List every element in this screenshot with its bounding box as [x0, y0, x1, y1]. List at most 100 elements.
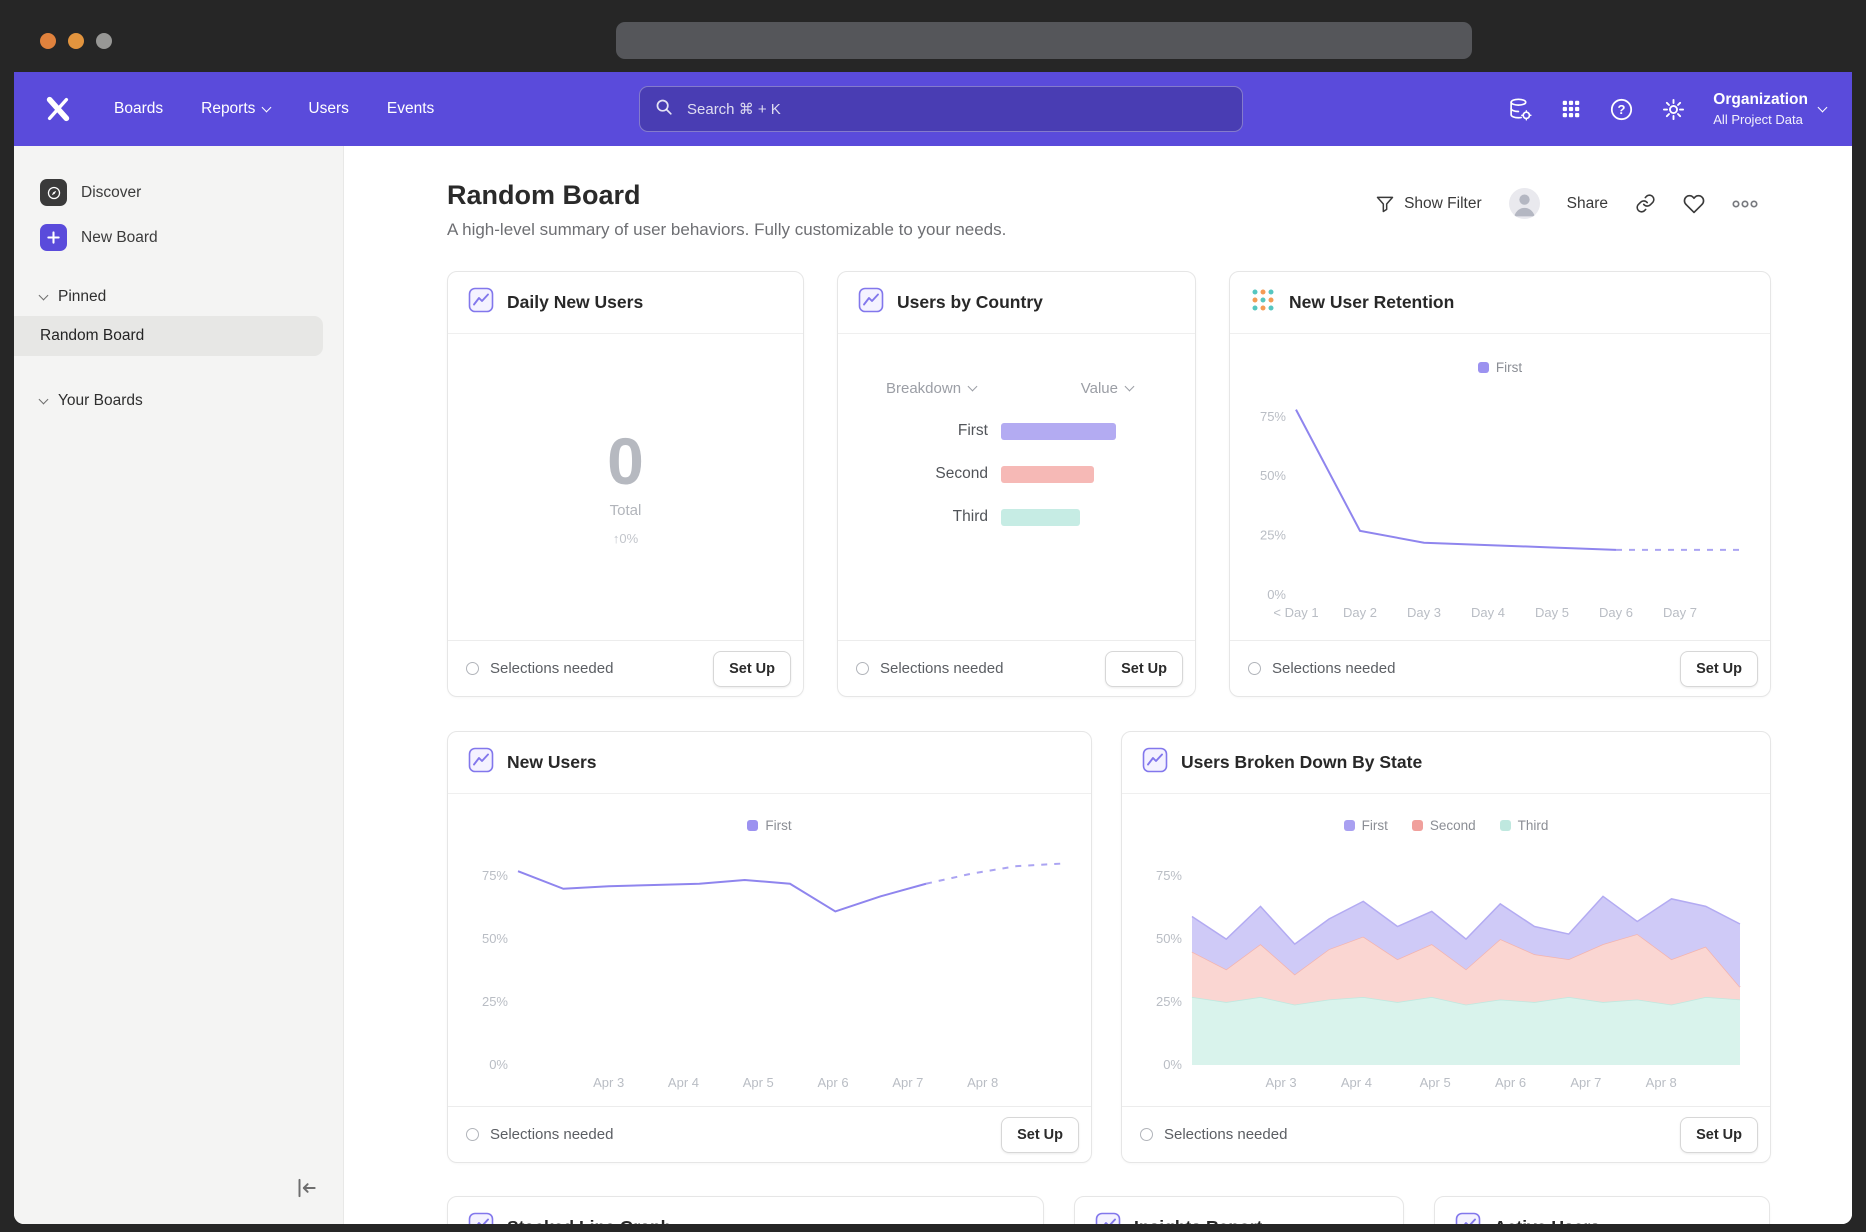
legend-swatch — [1478, 362, 1489, 373]
svg-text:50%: 50% — [1260, 468, 1286, 483]
card-title: New Users — [507, 752, 597, 773]
mixpanel-logo-icon[interactable] — [44, 95, 72, 123]
chevron-down-icon — [262, 102, 272, 112]
svg-text:Apr 6: Apr 6 — [817, 1075, 848, 1090]
line-chart-icon — [468, 747, 494, 778]
more-options-icon[interactable] — [1732, 197, 1758, 211]
status-text: Selections needed — [1164, 1126, 1287, 1143]
chevron-down-icon — [39, 394, 49, 404]
card-daily-new-users: Daily New Users 0 Total ↑0% Selections n… — [447, 271, 804, 697]
svg-text:Apr 4: Apr 4 — [667, 1075, 698, 1090]
country-bar-third — [1001, 509, 1080, 526]
legend-swatch — [1500, 820, 1511, 831]
settings-gear-icon[interactable] — [1661, 97, 1686, 122]
status-circle-icon — [856, 662, 869, 675]
apps-grid-icon[interactable] — [1560, 98, 1582, 120]
nav-item-events[interactable]: Events — [387, 100, 434, 118]
card-new-users: New Users First 75%50%25%0%Apr 3Apr 4Apr… — [447, 731, 1092, 1163]
svg-text:Apr 8: Apr 8 — [1646, 1075, 1677, 1090]
search-input[interactable] — [685, 100, 1228, 119]
country-row: Third — [838, 508, 1195, 526]
svg-text:50%: 50% — [481, 931, 507, 946]
svg-text:Apr 3: Apr 3 — [1266, 1075, 1297, 1090]
set-up-button[interactable]: Set Up — [1105, 651, 1183, 687]
status-text: Selections needed — [490, 660, 613, 677]
chevron-down-icon — [1125, 382, 1135, 392]
retention-dots-icon — [1250, 287, 1276, 318]
board-description: A high-level summary of user behaviors. … — [447, 220, 1852, 240]
breakdown-dropdown[interactable]: Breakdown — [886, 380, 976, 397]
svg-text:Apr 8: Apr 8 — [967, 1075, 998, 1090]
retention-line-chart[interactable]: 75%50%25%0%< Day 1Day 2Day 3Day 4Day 5Da… — [1242, 383, 1758, 623]
funnel-icon — [1375, 194, 1395, 214]
metric-value: 0 — [607, 428, 644, 494]
svg-text:Day 7: Day 7 — [1663, 605, 1697, 620]
svg-text:25%: 25% — [1156, 994, 1182, 1009]
svg-text:0%: 0% — [1267, 587, 1286, 602]
copy-link-icon[interactable] — [1635, 193, 1656, 214]
browser-url-bar[interactable] — [616, 22, 1472, 59]
svg-text:Day 5: Day 5 — [1535, 605, 1569, 620]
svg-text:Apr 6: Apr 6 — [1495, 1075, 1526, 1090]
svg-text:Day 4: Day 4 — [1471, 605, 1505, 620]
chart-legend: First — [1230, 360, 1770, 375]
share-button[interactable]: Share — [1567, 195, 1608, 213]
set-up-button[interactable]: Set Up — [1001, 1117, 1079, 1153]
status-circle-icon — [466, 662, 479, 675]
legend-swatch — [1412, 820, 1423, 831]
status-text: Selections needed — [1272, 660, 1395, 677]
favorite-heart-icon[interactable] — [1683, 193, 1705, 215]
svg-text:0%: 0% — [489, 1057, 508, 1072]
sidebar-item-discover[interactable]: Discover — [14, 170, 343, 215]
card-insights-report: Insights Report — [1074, 1196, 1404, 1224]
window-zoom-button[interactable] — [96, 33, 112, 49]
sidebar-section-your-boards[interactable]: Your Boards — [14, 382, 343, 420]
line-chart-icon — [1142, 747, 1168, 778]
board-header: Random Board A high-level summary of use… — [344, 146, 1852, 240]
set-up-button[interactable]: Set Up — [1680, 651, 1758, 687]
top-navbar: Boards Reports Users Events — [14, 72, 1852, 146]
sidebar-section-pinned[interactable]: Pinned — [14, 278, 343, 316]
nav-item-users[interactable]: Users — [308, 100, 348, 118]
card-title: Daily New Users — [507, 292, 643, 313]
svg-text:0%: 0% — [1163, 1057, 1182, 1072]
card-users-by-country: Users by Country Breakdown Value — [837, 271, 1196, 697]
stacked-area-chart[interactable]: 75%50%25%0%Apr 3Apr 4Apr 5Apr 6Apr 7Apr … — [1138, 841, 1754, 1093]
svg-text:Day 3: Day 3 — [1407, 605, 1441, 620]
window-close-button[interactable] — [40, 33, 56, 49]
svg-text:Apr 7: Apr 7 — [1570, 1075, 1601, 1090]
window-controls — [40, 33, 112, 49]
navbar-right-cluster: ? Organization All Project Data — [1508, 72, 1826, 146]
card-stacked-line-graph: Stacked Line Graph — [447, 1196, 1044, 1224]
window-minimize-button[interactable] — [68, 33, 84, 49]
line-chart-icon — [468, 1212, 494, 1224]
sidebar-item-random-board[interactable]: Random Board — [14, 316, 323, 356]
metric-delta: ↑0% — [613, 531, 638, 546]
value-dropdown[interactable]: Value — [1081, 380, 1133, 397]
line-chart-icon — [468, 287, 494, 318]
svg-text:Apr 5: Apr 5 — [1420, 1075, 1451, 1090]
new-users-line-chart[interactable]: 75%50%25%0%Apr 3Apr 4Apr 5Apr 6Apr 7Apr … — [464, 841, 1076, 1093]
help-icon[interactable]: ? — [1609, 97, 1634, 122]
chevron-down-icon — [1818, 102, 1828, 112]
set-up-button[interactable]: Set Up — [1680, 1117, 1758, 1153]
nav-item-reports[interactable]: Reports — [201, 100, 270, 118]
card-title: Stacked Line Graph — [507, 1217, 671, 1224]
avatar[interactable] — [1509, 188, 1540, 219]
nav-item-boards[interactable]: Boards — [114, 100, 163, 118]
global-search[interactable] — [639, 86, 1243, 132]
set-up-button[interactable]: Set Up — [713, 651, 791, 687]
legend-swatch — [747, 820, 758, 831]
card-title: Users by Country — [897, 292, 1043, 313]
show-filter-button[interactable]: Show Filter — [1375, 194, 1482, 214]
line-chart-icon — [1455, 1212, 1481, 1224]
svg-text:25%: 25% — [1260, 528, 1286, 543]
sidebar-item-new-board[interactable]: New Board — [14, 215, 343, 260]
org-switcher[interactable]: Organization All Project Data — [1713, 91, 1826, 127]
chart-legend: First — [448, 818, 1091, 833]
data-management-icon[interactable] — [1508, 97, 1533, 122]
card-title: Insights Report — [1134, 1217, 1262, 1224]
sidebar-collapse-button[interactable] — [293, 1175, 319, 1206]
svg-text:50%: 50% — [1156, 931, 1182, 946]
status-circle-icon — [1248, 662, 1261, 675]
